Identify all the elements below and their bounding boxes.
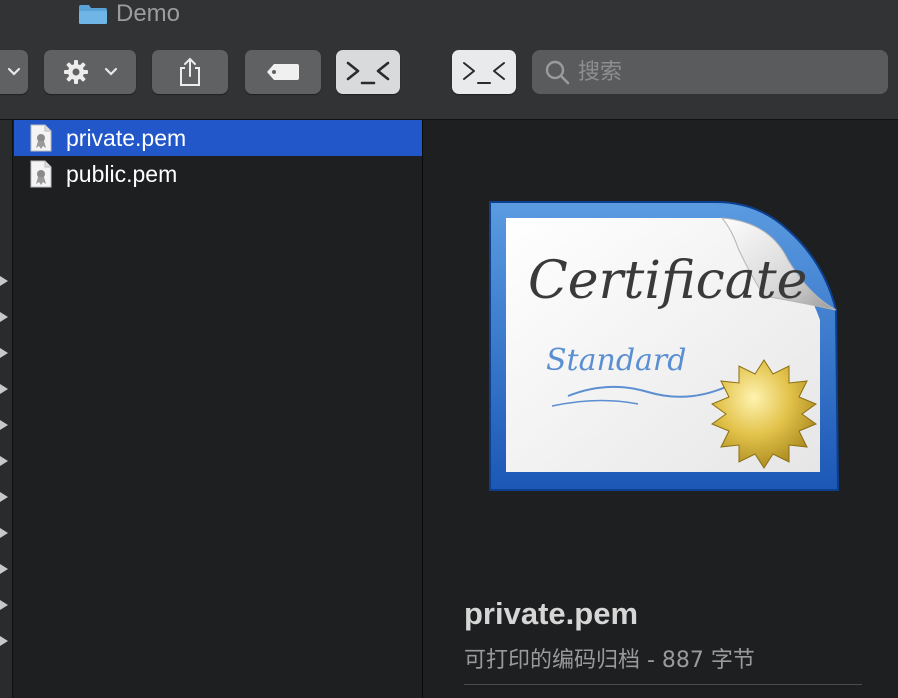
disclosure-triangle-icon[interactable]: [0, 456, 8, 466]
disclosure-triangle-icon[interactable]: [0, 348, 8, 358]
search-icon: [545, 60, 570, 85]
share-icon: [180, 57, 200, 86]
certificate-file-icon: [30, 124, 52, 152]
certificate-preview-icon: Certificate Standard: [489, 201, 840, 491]
preview-file-info: 可打印的编码归档 - 887 字节: [464, 648, 755, 673]
disclosure-triangle-icon[interactable]: [0, 564, 8, 574]
toolbar: Demo: [0, 0, 898, 120]
disclosure-triangle-icon[interactable]: [0, 600, 8, 610]
action-menu-button[interactable]: [44, 50, 136, 94]
window-title-text: Demo: [116, 0, 181, 27]
folder-icon: [79, 5, 107, 24]
disclosure-triangle-icon[interactable]: [0, 312, 8, 322]
disclosure-triangle-icon[interactable]: [0, 276, 8, 286]
disclosure-triangle-icon[interactable]: [0, 384, 8, 394]
file-row-private-pem[interactable]: private.pem: [14, 120, 422, 156]
terminal-alt-button[interactable]: [452, 50, 516, 94]
sidebar-gutter: [0, 120, 13, 698]
terminal-icon: [463, 62, 505, 84]
tag-button[interactable]: [245, 50, 321, 94]
window-title: Demo: [78, 0, 180, 28]
search-input[interactable]: [578, 59, 868, 85]
svg-text:Standard: Standard: [546, 343, 686, 378]
file-list-column: private.pem public.pem: [14, 120, 423, 698]
back-chevron-button[interactable]: [0, 50, 28, 94]
terminal-button[interactable]: [336, 50, 400, 94]
chevron-down-icon: [104, 67, 118, 76]
disclosure-triangle-icon[interactable]: [0, 492, 8, 502]
search-field[interactable]: [532, 50, 888, 94]
file-name: private.pem: [66, 124, 187, 151]
preview-divider: [464, 684, 862, 685]
disclosure-triangle-icon[interactable]: [0, 636, 8, 646]
tag-icon: [267, 64, 299, 80]
svg-text:Certificate: Certificate: [528, 251, 807, 311]
file-row-public-pem[interactable]: public.pem: [14, 156, 422, 192]
disclosure-triangle-icon[interactable]: [0, 528, 8, 538]
chevron-down-icon: [7, 67, 21, 76]
disclosure-triangle-icon[interactable]: [0, 420, 8, 430]
file-name: public.pem: [66, 160, 178, 187]
certificate-file-icon: [30, 160, 52, 188]
share-button[interactable]: [152, 50, 228, 94]
gear-icon: [64, 60, 88, 84]
terminal-icon: [346, 61, 390, 85]
preview-file-name: private.pem: [464, 596, 639, 631]
